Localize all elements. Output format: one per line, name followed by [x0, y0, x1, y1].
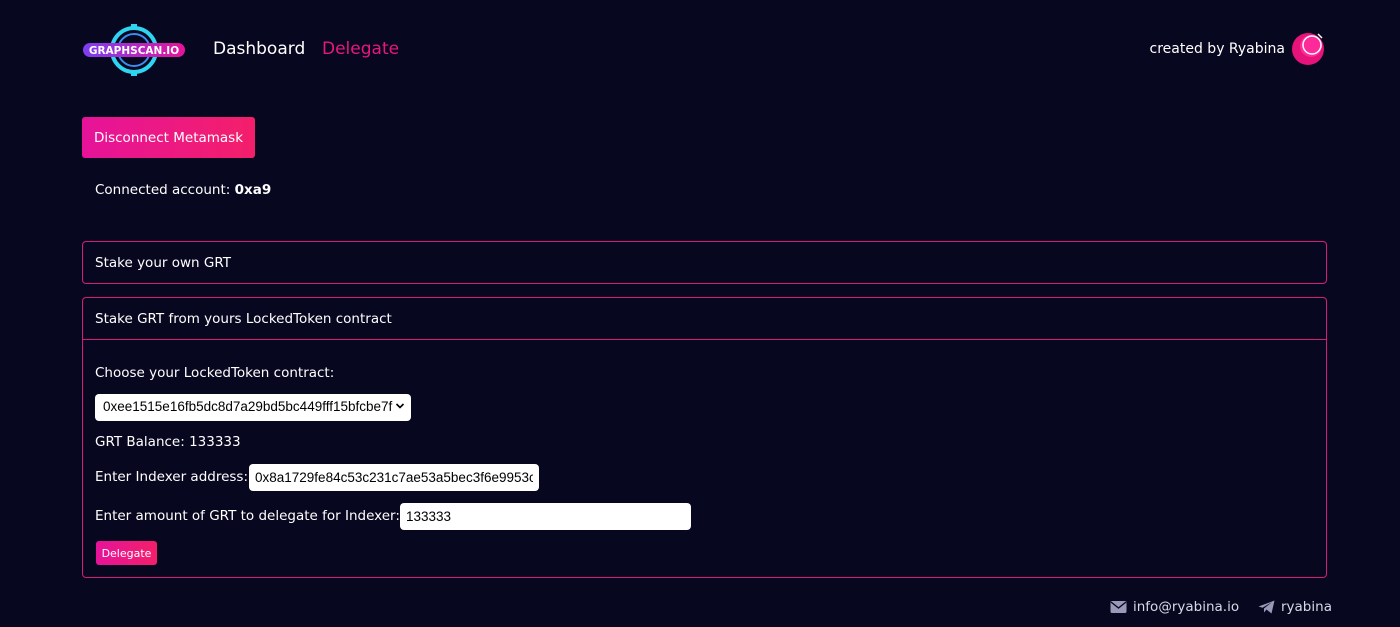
nav-delegate[interactable]: Delegate — [322, 39, 399, 59]
footer-telegram-link[interactable]: ryabina — [1258, 599, 1332, 615]
header: GRAPHSCAN.IO Dashboard Delegate created … — [82, 20, 1327, 80]
envelope-icon — [1110, 601, 1127, 613]
disconnect-metamask-button[interactable]: Disconnect Metamask — [82, 117, 255, 158]
ryabina-logo-icon[interactable] — [1291, 30, 1327, 66]
connected-account-value: 0xa9 — [234, 182, 272, 198]
locked-contract-select[interactable]: 0xee1515e16fb5dc8d7a29bd5bc449fff15bfcbe… — [95, 394, 411, 421]
connected-account: Connected account: 0xa9 — [95, 182, 271, 198]
panel-stake-own-header[interactable]: Stake your own GRT — [83, 242, 1326, 284]
footer-email-text: info@ryabina.io — [1133, 599, 1240, 615]
delegate-button[interactable]: Delegate — [96, 541, 157, 565]
delegate-amount-input[interactable] — [400, 503, 691, 530]
footer-email-link[interactable]: info@ryabina.io — [1110, 599, 1239, 615]
nav-dashboard[interactable]: Dashboard — [213, 39, 305, 59]
indexer-address-label: Enter Indexer address: — [95, 469, 249, 485]
panel-stake-locked-header[interactable]: Stake GRT from yours LockedToken contrac… — [83, 298, 1326, 340]
indexer-address-input[interactable] — [249, 464, 539, 491]
logo-text: GRAPHSCAN.IO — [89, 45, 179, 57]
footer-telegram-text: ryabina — [1281, 599, 1332, 615]
choose-contract-label: Choose your LockedToken contract: — [95, 365, 335, 381]
telegram-plane-icon — [1258, 600, 1275, 614]
locked-contract-select-value: 0xee1515e16fb5dc8d7a29bd5bc449fff15bfcbe… — [103, 399, 393, 414]
chevron-down-icon — [395, 403, 405, 409]
author-credit: created by Ryabina — [1149, 41, 1285, 57]
grt-balance-label: GRT Balance: 133333 — [95, 434, 241, 450]
delegate-amount-label: Enter amount of GRT to delegate for Inde… — [95, 508, 400, 524]
panel-stake-locked: Stake GRT from yours LockedToken contrac… — [82, 297, 1327, 578]
panel-stake-own: Stake your own GRT — [82, 241, 1327, 284]
connected-account-label: Connected account: — [95, 182, 231, 198]
graphscan-logo-icon[interactable]: GRAPHSCAN.IO — [82, 22, 186, 78]
